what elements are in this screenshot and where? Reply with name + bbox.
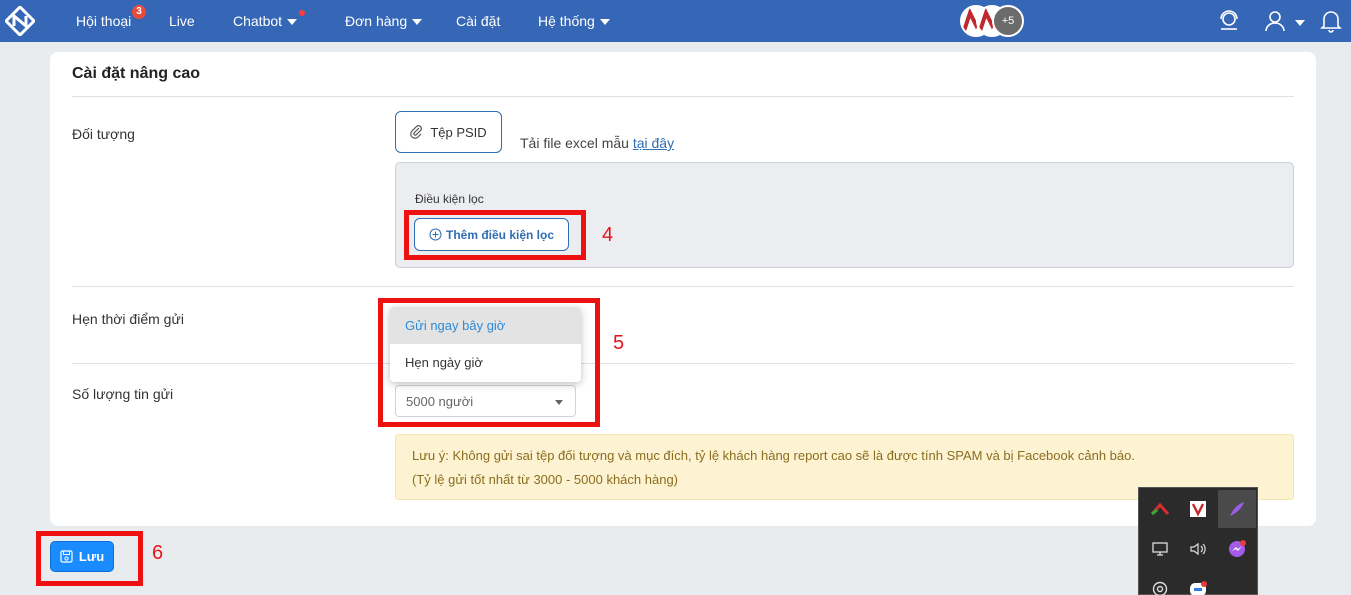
nav-item-cai-dat[interactable]: Cài đặt <box>456 0 500 42</box>
note-line-1: Lưu ý: Không gửi sai tệp đối tượng và mụ… <box>412 448 1135 463</box>
page-avatars[interactable]: +5 <box>960 5 1026 37</box>
download-template: Tải file excel mẫu tại đây <box>520 135 674 151</box>
tray-app-red-green-icon[interactable] <box>1141 490 1179 528</box>
divider <box>72 286 1294 287</box>
divider <box>72 96 1294 97</box>
annotation-box-4 <box>404 210 586 260</box>
annotation-box-5 <box>378 298 600 427</box>
nav-item-hoi-thoai[interactable]: Hội thoại 3 <box>76 0 146 42</box>
advanced-settings-card: Cài đặt nâng cao Đối tượng Tệp PSID Tải … <box>50 52 1316 526</box>
download-link[interactable]: tại đây <box>633 135 674 151</box>
annotation-box-6 <box>36 531 143 586</box>
annotation-number-4: 4 <box>602 224 614 246</box>
nav-item-label: Hội thoại <box>76 13 132 29</box>
chevron-down-icon <box>599 19 610 25</box>
nav-item-he-thong[interactable]: Hệ thống <box>538 0 610 42</box>
bell-icon[interactable] <box>1318 8 1344 34</box>
nav-item-don-hang[interactable]: Đơn hàng <box>345 0 423 42</box>
support-agent-icon[interactable] <box>1216 8 1242 34</box>
psid-file-button[interactable]: Tệp PSID <box>395 111 502 153</box>
notification-dot <box>299 10 306 16</box>
psid-button-label: Tệp PSID <box>430 124 487 140</box>
tray-app-feather-icon[interactable] <box>1218 490 1256 528</box>
volume-icon[interactable] <box>1179 530 1217 568</box>
nav-item-label: Đơn hàng <box>345 13 408 29</box>
logo-icon[interactable] <box>5 6 35 36</box>
download-text: Tải file excel mẫu <box>520 135 629 151</box>
user-icon[interactable] <box>1262 8 1288 34</box>
avatar-more: +5 <box>992 5 1024 37</box>
top-nav: Hội thoại 3 Live Chatbot Đơn hàng Cài đặ… <box>0 0 1351 42</box>
paperclip-icon <box>410 125 423 139</box>
nav-item-live[interactable]: Live <box>169 0 195 42</box>
network-icon[interactable] <box>1141 530 1179 568</box>
annotation-number-5: 5 <box>613 332 625 354</box>
target-label: Đối tượng <box>72 126 135 142</box>
quantity-label: Số lượng tin gửi <box>72 386 174 402</box>
filter-label: Điều kiện lọc <box>415 192 484 206</box>
nav-item-label: Hệ thống <box>538 13 595 29</box>
annotation-number-6: 6 <box>152 542 164 564</box>
chevron-down-icon[interactable] <box>1295 20 1305 26</box>
messenger-icon[interactable] <box>1218 530 1256 568</box>
nav-item-chatbot[interactable]: Chatbot <box>233 0 306 42</box>
chevron-down-icon <box>287 19 298 25</box>
nav-item-label: Live <box>169 13 195 29</box>
chevron-down-icon <box>412 19 423 25</box>
page-title: Cài đặt nâng cao <box>72 65 201 82</box>
tray-app-v-icon[interactable] <box>1179 490 1217 528</box>
schedule-label: Hẹn thời điểm gửi <box>72 311 184 327</box>
nav-item-label: Chatbot <box>233 13 283 29</box>
zalo-icon[interactable] <box>1179 570 1217 595</box>
unread-badge: 3 <box>132 5 146 19</box>
system-tray-popup <box>1138 487 1258 595</box>
divider <box>72 363 1294 364</box>
nav-item-label: Cài đặt <box>456 13 501 29</box>
openai-icon[interactable] <box>1141 570 1179 595</box>
